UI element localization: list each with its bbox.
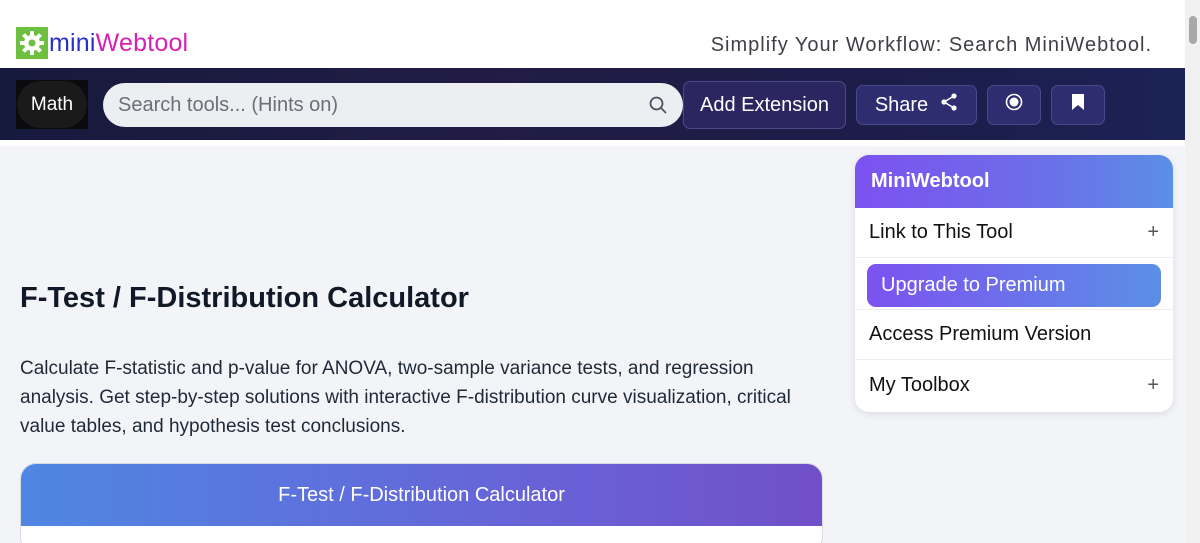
sidebar-item-label: Access Premium Version	[869, 323, 1092, 345]
bookmark-icon	[1071, 93, 1085, 117]
share-label: Share	[874, 93, 929, 116]
gear-icon	[16, 27, 48, 59]
header-divider	[0, 140, 1185, 146]
sidebar-item-label: My Toolbox	[869, 373, 970, 396]
page-scrollbar[interactable]	[1185, 0, 1200, 543]
search-box[interactable]	[103, 83, 683, 127]
plus-icon: +	[1147, 373, 1159, 396]
sidebar-item-my-toolbox[interactable]: My Toolbox +	[855, 360, 1173, 410]
share-icon	[940, 92, 958, 118]
sidebar-panel: MiniWebtool Link to This Tool + Upgrade …	[855, 155, 1173, 412]
upgrade-premium-button[interactable]: Upgrade to Premium	[867, 264, 1161, 307]
upgrade-wrapper: Upgrade to Premium	[855, 258, 1173, 310]
top-header: miniWebtool Simplify Your Workflow: Sear…	[0, 0, 1185, 68]
logo-text-webtool: Webtool	[95, 28, 189, 57]
search-input[interactable]	[118, 93, 647, 117]
bookmark-button[interactable]	[1051, 85, 1105, 125]
logo-text: miniWebtool	[49, 29, 188, 58]
page-description: Calculate F-statistic and p-value for AN…	[20, 358, 791, 437]
add-extension-button[interactable]: Add Extension	[683, 81, 846, 129]
category-label: Math	[17, 81, 87, 128]
record-icon	[1005, 93, 1023, 117]
share-button[interactable]: Share	[856, 85, 977, 125]
sidebar-item-link-to-tool[interactable]: Link to This Tool +	[855, 208, 1173, 258]
logo-text-mini: mini	[49, 28, 96, 57]
record-button[interactable]	[987, 85, 1041, 125]
navigation-bar: Math Add Extension Share	[0, 68, 1185, 140]
sidebar-item-access-premium[interactable]: Access Premium Version	[855, 310, 1173, 360]
site-logo[interactable]: miniWebtool	[16, 27, 188, 59]
sidebar-item-label: Link to This Tool	[869, 221, 1013, 243]
plus-icon: +	[1147, 221, 1159, 243]
sidebar-title: MiniWebtool	[855, 155, 1173, 208]
calculator-card: F-Test / F-Distribution Calculator	[20, 463, 823, 543]
category-button[interactable]: Math	[16, 80, 88, 129]
site-tagline: Simplify Your Workflow: Search MiniWebto…	[710, 34, 1152, 56]
calculator-title: F-Test / F-Distribution Calculator	[21, 464, 822, 526]
page-title: F-Test / F-Distribution Calculator	[20, 282, 469, 314]
search-icon[interactable]	[647, 94, 669, 116]
scrollbar-thumb[interactable]	[1189, 16, 1197, 44]
